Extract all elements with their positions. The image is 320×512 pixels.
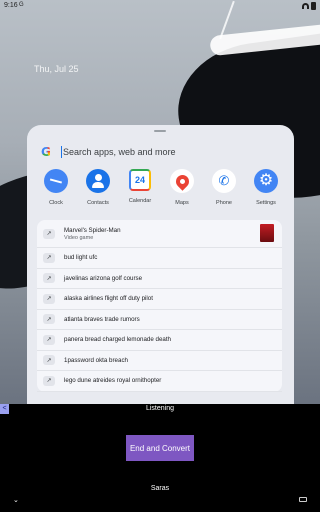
trending-icon: ↗ — [43, 375, 55, 386]
chevron-down-icon[interactable]: ⌄ — [13, 496, 19, 504]
app-clock[interactable]: Clock — [37, 169, 75, 206]
phone-icon: ✆ — [212, 169, 236, 193]
clock-icon — [44, 169, 68, 193]
end-and-convert-button[interactable]: End and Convert — [126, 435, 194, 461]
search-suggestions: ↗ Marvel's Spider-Man Video game ↗ bud l… — [37, 220, 282, 392]
suggestion-text: alaska airlines flight off duty pilot — [64, 295, 153, 303]
suggestion-item[interactable]: ↗ atlanta braves trade rumors — [37, 310, 282, 330]
suggestion-item[interactable]: ↗ lego dune atreides royal ornithopter — [37, 371, 282, 392]
home-date: Thu, Jul 25 — [34, 64, 79, 74]
contacts-icon — [86, 169, 110, 193]
suggestion-item[interactable]: ↗ Marvel's Spider-Man Video game — [37, 220, 282, 248]
trending-icon: ↗ — [43, 314, 55, 325]
spider-man-thumbnail — [260, 224, 274, 242]
app-label: Calendar — [128, 198, 152, 204]
settings-icon: ⚙ — [254, 169, 278, 193]
keyboard-icon[interactable] — [299, 497, 307, 502]
app-contacts[interactable]: Contacts — [79, 169, 117, 206]
user-name: Saras — [150, 485, 170, 492]
suggestion-item[interactable]: ↗ bud light ufc — [37, 248, 282, 269]
app-label: Maps — [175, 200, 189, 206]
voice-overlay: < Listening End and Convert Saras ⌄ — [0, 404, 320, 512]
search-input[interactable]: Search apps, web and more — [63, 147, 176, 157]
trending-icon: ↗ — [43, 273, 55, 284]
suggestion-item[interactable]: ↗ javelinas arizona golf course — [37, 269, 282, 289]
maps-icon — [170, 169, 194, 193]
suggestion-text: javelinas arizona golf course — [64, 274, 143, 282]
suggestion-text: atlanta braves trade rumors — [64, 315, 140, 323]
suggestion-text: Marvel's Spider-Man — [64, 226, 121, 234]
app-label: Settings — [256, 200, 276, 206]
app-maps[interactable]: Maps — [163, 169, 201, 206]
trending-icon: ↗ — [43, 252, 55, 263]
trending-icon: ↗ — [43, 293, 55, 304]
suggestion-item[interactable]: ↗ panera bread charged lemonade death — [37, 330, 282, 351]
app-label: Contacts — [87, 200, 109, 206]
suggestion-item[interactable]: ↗ alaska airlines flight off duty pilot — [37, 289, 282, 310]
suggestion-text: lego dune atreides royal ornithopter — [64, 377, 162, 385]
wifi-icon — [302, 3, 309, 9]
suggestion-text: 1password okta breach — [64, 356, 128, 364]
trending-icon: ↗ — [43, 228, 55, 239]
app-settings[interactable]: ⚙ Settings — [247, 169, 285, 206]
drag-handle[interactable] — [154, 130, 166, 132]
suggestion-text: panera bread charged lemonade death — [64, 336, 171, 344]
battery-icon — [311, 2, 316, 10]
status-icons — [302, 2, 316, 10]
app-label: Phone — [216, 200, 232, 206]
text-cursor — [61, 146, 62, 158]
app-phone[interactable]: ✆ Phone — [205, 169, 243, 206]
search-bar[interactable]: G Search apps, web and more — [41, 142, 281, 162]
listening-status: Listening — [145, 405, 175, 412]
trending-icon: ↗ — [43, 355, 55, 366]
notification-icon: G — [19, 2, 24, 8]
suggestion-item[interactable]: ↗ 1password okta breach — [37, 351, 282, 371]
suggestion-subtitle: Video game — [64, 234, 94, 241]
app-label: Clock — [49, 200, 63, 206]
status-time: 9:16 — [4, 2, 18, 9]
app-calendar[interactable]: 24 Calendar — [121, 169, 159, 206]
google-logo-icon: G — [41, 145, 54, 159]
calendar-icon: 24 — [129, 169, 151, 191]
status-bar: 9:16 G — [0, 0, 320, 12]
apps-row: Clock Contacts 24 Calendar Maps ✆ Phone … — [37, 169, 285, 206]
suggestion-text: bud light ufc — [64, 254, 98, 262]
app-drawer: G Search apps, web and more Clock Contac… — [27, 125, 294, 404]
trending-icon: ↗ — [43, 334, 55, 345]
